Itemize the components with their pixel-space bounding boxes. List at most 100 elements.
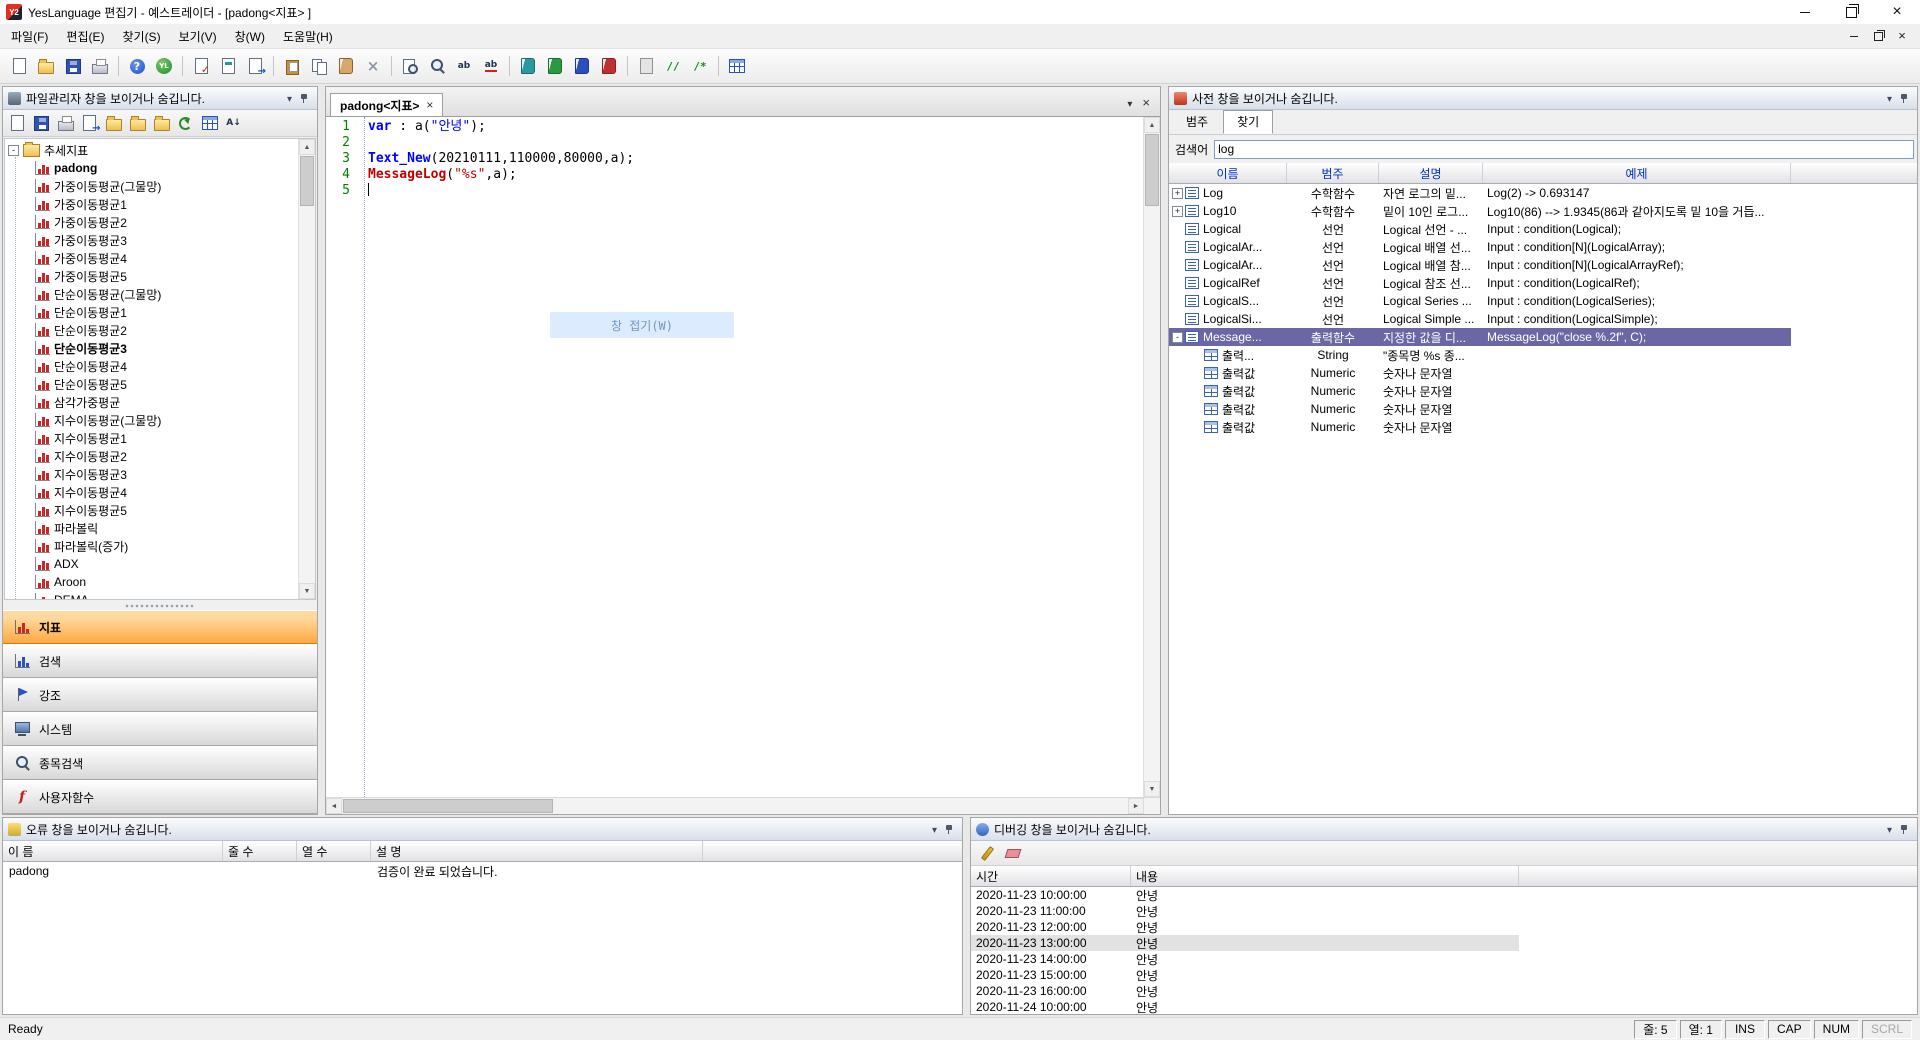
scrollbar-thumb[interactable]	[1145, 134, 1159, 206]
scroll-down-icon[interactable]	[299, 583, 315, 599]
dictionary-row[interactable]: 출력값 Numeric 숫자나 문자열	[1169, 400, 1917, 418]
paste-button[interactable]	[279, 53, 305, 79]
editor-tab-padong[interactable]: padong<지표>	[330, 93, 443, 116]
dictionary-row[interactable]: LogicalS... 선언 Logical Series ... Input …	[1169, 292, 1917, 310]
debug-log-row[interactable]: 2020-11-23 10:00:00 안녕	[971, 887, 1917, 903]
panel-menu-icon[interactable]	[287, 91, 292, 105]
help-button[interactable]	[124, 53, 150, 79]
scroll-right-icon[interactable]	[1128, 798, 1144, 814]
template-button[interactable]	[333, 53, 359, 79]
scrollbar-thumb[interactable]	[343, 799, 553, 813]
nav-user-function-button[interactable]: 사용자함수	[3, 780, 317, 814]
dictionary-row[interactable]: LogicalAr... 선언 Logical 배열 참... Input : …	[1169, 256, 1917, 274]
menu-window[interactable]: 창(W)	[226, 24, 274, 49]
tree-item[interactable]: 지수이동평균4	[5, 483, 298, 501]
tree-item[interactable]: 단순이동평균5	[5, 375, 298, 393]
dictionary-row[interactable]: + Log 수학함수 자연 로그의 밑... Log(2) -> 0.69314…	[1169, 184, 1917, 202]
column-header-line[interactable]: 줄 수	[223, 841, 297, 861]
nav-stock-search-button[interactable]: 종목검색	[3, 746, 317, 780]
tree-folder-trend-indicators[interactable]: - 추세지표	[5, 141, 298, 159]
scroll-up-icon[interactable]	[1144, 117, 1160, 133]
script-button[interactable]	[633, 53, 659, 79]
tree-item[interactable]: 단순이동평균(그물망)	[5, 285, 298, 303]
dictionary-row[interactable]: 출력... String "종목명 %s 종...	[1169, 346, 1917, 364]
delete-button[interactable]	[360, 53, 386, 79]
tree-item[interactable]: padong	[5, 159, 298, 177]
delete-folder-button[interactable]	[150, 112, 173, 135]
log-save-button[interactable]	[976, 843, 998, 864]
tab-close-icon[interactable]	[426, 98, 433, 112]
tree-item[interactable]: 단순이동평균1	[5, 303, 298, 321]
column-header-content[interactable]: 내용	[1131, 866, 1519, 886]
new-file-button[interactable]	[6, 53, 32, 79]
debug-log-row[interactable]: 2020-11-23 14:00:00 안녕	[971, 951, 1917, 967]
yeslanguage-button[interactable]	[151, 53, 177, 79]
expander-icon[interactable]: -	[1172, 332, 1183, 343]
tree-item[interactable]: 가중이동평균(그물망)	[5, 177, 298, 195]
vertical-splitter[interactable]	[321, 86, 322, 815]
keyword-help-button[interactable]	[569, 53, 595, 79]
print-file-button[interactable]	[54, 112, 77, 135]
function-help-button[interactable]	[542, 53, 568, 79]
expander-icon[interactable]: +	[1172, 206, 1183, 217]
scroll-up-icon[interactable]	[299, 139, 315, 155]
function-table-button[interactable]	[724, 53, 750, 79]
debug-log-row[interactable]: 2020-11-23 11:00:00 안녕	[971, 903, 1917, 919]
column-header-category[interactable]: 범주	[1287, 163, 1379, 183]
code-line[interactable]: 2	[326, 135, 1143, 151]
dictionary-row[interactable]: 출력값 Numeric 숫자나 문자열	[1169, 418, 1917, 436]
scrollbar-track[interactable]	[554, 798, 1128, 814]
panel-menu-icon[interactable]	[1887, 822, 1892, 836]
log-clear-button[interactable]	[1002, 843, 1024, 864]
code-line[interactable]: 5	[326, 183, 1143, 199]
code-area[interactable]: 1var : a("안녕");23Text_New(20210111,11000…	[326, 117, 1143, 797]
nav-highlight-button[interactable]: 강조	[3, 678, 317, 712]
column-header-column[interactable]: 열 수	[297, 841, 371, 861]
mdi-minimize-button[interactable]	[1844, 28, 1864, 44]
apply-chart-button[interactable]	[242, 53, 268, 79]
dict-tab-find[interactable]: 찾기	[1223, 110, 1273, 134]
mdi-close-button[interactable]	[1892, 28, 1912, 44]
tree-item[interactable]: 삼각가중평균	[5, 393, 298, 411]
close-help-button[interactable]	[596, 53, 622, 79]
tree-item[interactable]: ADX	[5, 555, 298, 573]
tab-list-icon[interactable]	[1127, 96, 1132, 110]
column-header-name[interactable]: 이 름	[3, 841, 223, 861]
vertical-splitter[interactable]	[1164, 86, 1165, 815]
print-button[interactable]	[87, 53, 113, 79]
column-header-description[interactable]: 설 명	[371, 841, 703, 861]
pin-icon[interactable]	[1899, 824, 1910, 835]
dictionary-row[interactable]: 출력값 Numeric 숫자나 문자열	[1169, 382, 1917, 400]
save-file-button[interactable]	[30, 112, 53, 135]
sort-button[interactable]	[222, 112, 245, 135]
panel-menu-icon[interactable]	[1887, 91, 1892, 105]
vertical-splitter[interactable]	[966, 817, 967, 1015]
find-next-button[interactable]	[424, 53, 450, 79]
menu-help[interactable]: 도움말(H)	[274, 24, 342, 49]
tree-item[interactable]: 파라볼릭(증가)	[5, 537, 298, 555]
menu-search[interactable]: 찾기(S)	[113, 24, 169, 49]
menu-view[interactable]: 보기(V)	[170, 24, 226, 49]
tree-item[interactable]: 지수이동평균3	[5, 465, 298, 483]
editor-horizontal-scrollbar[interactable]	[326, 797, 1160, 814]
tree-item[interactable]: 파라볼릭	[5, 519, 298, 537]
nav-system-button[interactable]: 시스템	[3, 712, 317, 746]
refresh-button[interactable]	[174, 112, 197, 135]
code-line[interactable]: 3Text_New(20210111,110000,80000,a);	[326, 151, 1143, 167]
restore-button[interactable]	[1828, 0, 1874, 24]
tree-item[interactable]: 단순이동평균4	[5, 357, 298, 375]
column-header-example[interactable]: 예제	[1483, 163, 1791, 183]
tree-item[interactable]: 가중이동평균3	[5, 231, 298, 249]
copy-button[interactable]	[306, 53, 332, 79]
panel-menu-icon[interactable]	[932, 822, 937, 836]
debug-log-row[interactable]: 2020-11-24 10:00:00 안녕	[971, 999, 1917, 1014]
navbar-resize-gripper[interactable]	[3, 601, 317, 610]
tree-item[interactable]: Aroon	[5, 573, 298, 591]
dictionary-row[interactable]: 출력값 Numeric 숫자나 문자열	[1169, 364, 1917, 382]
debug-log-row[interactable]: 2020-11-23 12:00:00 안녕	[971, 919, 1917, 935]
column-header-description[interactable]: 설명	[1379, 163, 1483, 183]
tree-item[interactable]: 지수이동평균5	[5, 501, 298, 519]
editor-vertical-scrollbar[interactable]	[1143, 117, 1160, 797]
close-document-icon[interactable]	[1142, 95, 1150, 110]
comment-button[interactable]	[660, 53, 686, 79]
